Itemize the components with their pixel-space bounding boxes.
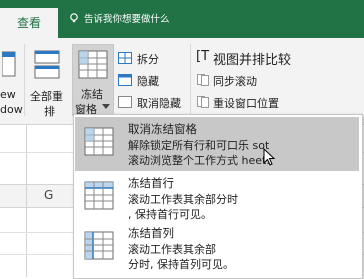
hide-icon bbox=[118, 74, 132, 86]
side-by-side-button[interactable]: 视图并排比较 bbox=[213, 49, 291, 68]
arrange-all-icon bbox=[34, 50, 60, 79]
menu-item-description: 滚动工作表其余部 bbox=[128, 243, 216, 256]
ribbon-separator bbox=[190, 44, 191, 116]
split-button[interactable]: 拆分 bbox=[137, 51, 159, 67]
tab-view[interactable]: 查看 bbox=[0, 8, 58, 38]
menu-item-title: 取消冻结窗格 bbox=[128, 122, 197, 136]
tell-me-search[interactable]: 告诉我你想要做什么 bbox=[84, 11, 170, 25]
menu-item-description: , 保持首行可见。 bbox=[128, 208, 212, 221]
mouse-cursor-icon bbox=[263, 148, 276, 166]
split-icon bbox=[118, 52, 132, 64]
window-button-label[interactable]: dow bbox=[0, 103, 23, 116]
view-button-label[interactable]: ew bbox=[0, 88, 16, 101]
chevron-down-icon bbox=[102, 104, 110, 109]
menu-item-title: 冻结首列 bbox=[128, 226, 174, 240]
freeze-panes-label: 冻结 bbox=[81, 88, 103, 101]
menu-item-unfreeze-panes[interactable]: 取消冻结窗格 解除锁定所有行和可口乐 sot 滚动浏览整个工作方式 heet. bbox=[75, 117, 359, 171]
sync-scroll-icon bbox=[197, 74, 209, 86]
arrange-all-label[interactable]: 全部重 bbox=[30, 88, 63, 104]
menu-item-freeze-first-column[interactable]: 冻结首列 滚动工作表其余部 分时, 保持首列可见。 bbox=[75, 221, 359, 275]
reset-window-position-icon bbox=[197, 96, 209, 108]
ribbon-separator bbox=[24, 44, 25, 116]
unhide-button[interactable]: 取消隐藏 bbox=[137, 95, 181, 111]
menu-item-description: 滚动浏览整个工作方式 heet. bbox=[128, 154, 270, 167]
hide-button[interactable]: 隐藏 bbox=[137, 73, 159, 89]
column-header-g[interactable]: G bbox=[44, 188, 53, 202]
menu-item-title: 冻结首行 bbox=[128, 176, 174, 190]
menu-item-freeze-top-row[interactable]: 冻结首行 滚动工作表其余部分时 , 保持首行可见。 bbox=[75, 171, 359, 225]
menu-item-description: 分时, 保持首列可见。 bbox=[128, 258, 234, 271]
reset-window-position-button[interactable]: 重设窗口位置 bbox=[213, 95, 279, 111]
freeze-first-column-icon bbox=[84, 231, 114, 260]
unfreeze-panes-icon bbox=[84, 127, 114, 156]
menu-item-description: 解除锁定所有行和可口乐 sot bbox=[128, 139, 270, 152]
arrange-all-label-2[interactable]: 排 bbox=[44, 103, 55, 119]
sync-scroll-button[interactable]: 同步滚动 bbox=[213, 73, 257, 89]
freeze-top-row-icon bbox=[84, 181, 114, 210]
menu-item-description: 滚动工作表其余部分时 bbox=[128, 193, 238, 206]
new-window-icon bbox=[2, 51, 16, 77]
lightbulb-icon bbox=[70, 13, 78, 23]
unhide-icon bbox=[118, 96, 132, 108]
freeze-panes-menu: 取消冻结窗格 解除锁定所有行和可口乐 sot 滚动浏览整个工作方式 heet. … bbox=[73, 114, 363, 279]
side-by-side-icon: [T bbox=[196, 49, 210, 64]
freeze-panes-icon bbox=[78, 50, 108, 79]
